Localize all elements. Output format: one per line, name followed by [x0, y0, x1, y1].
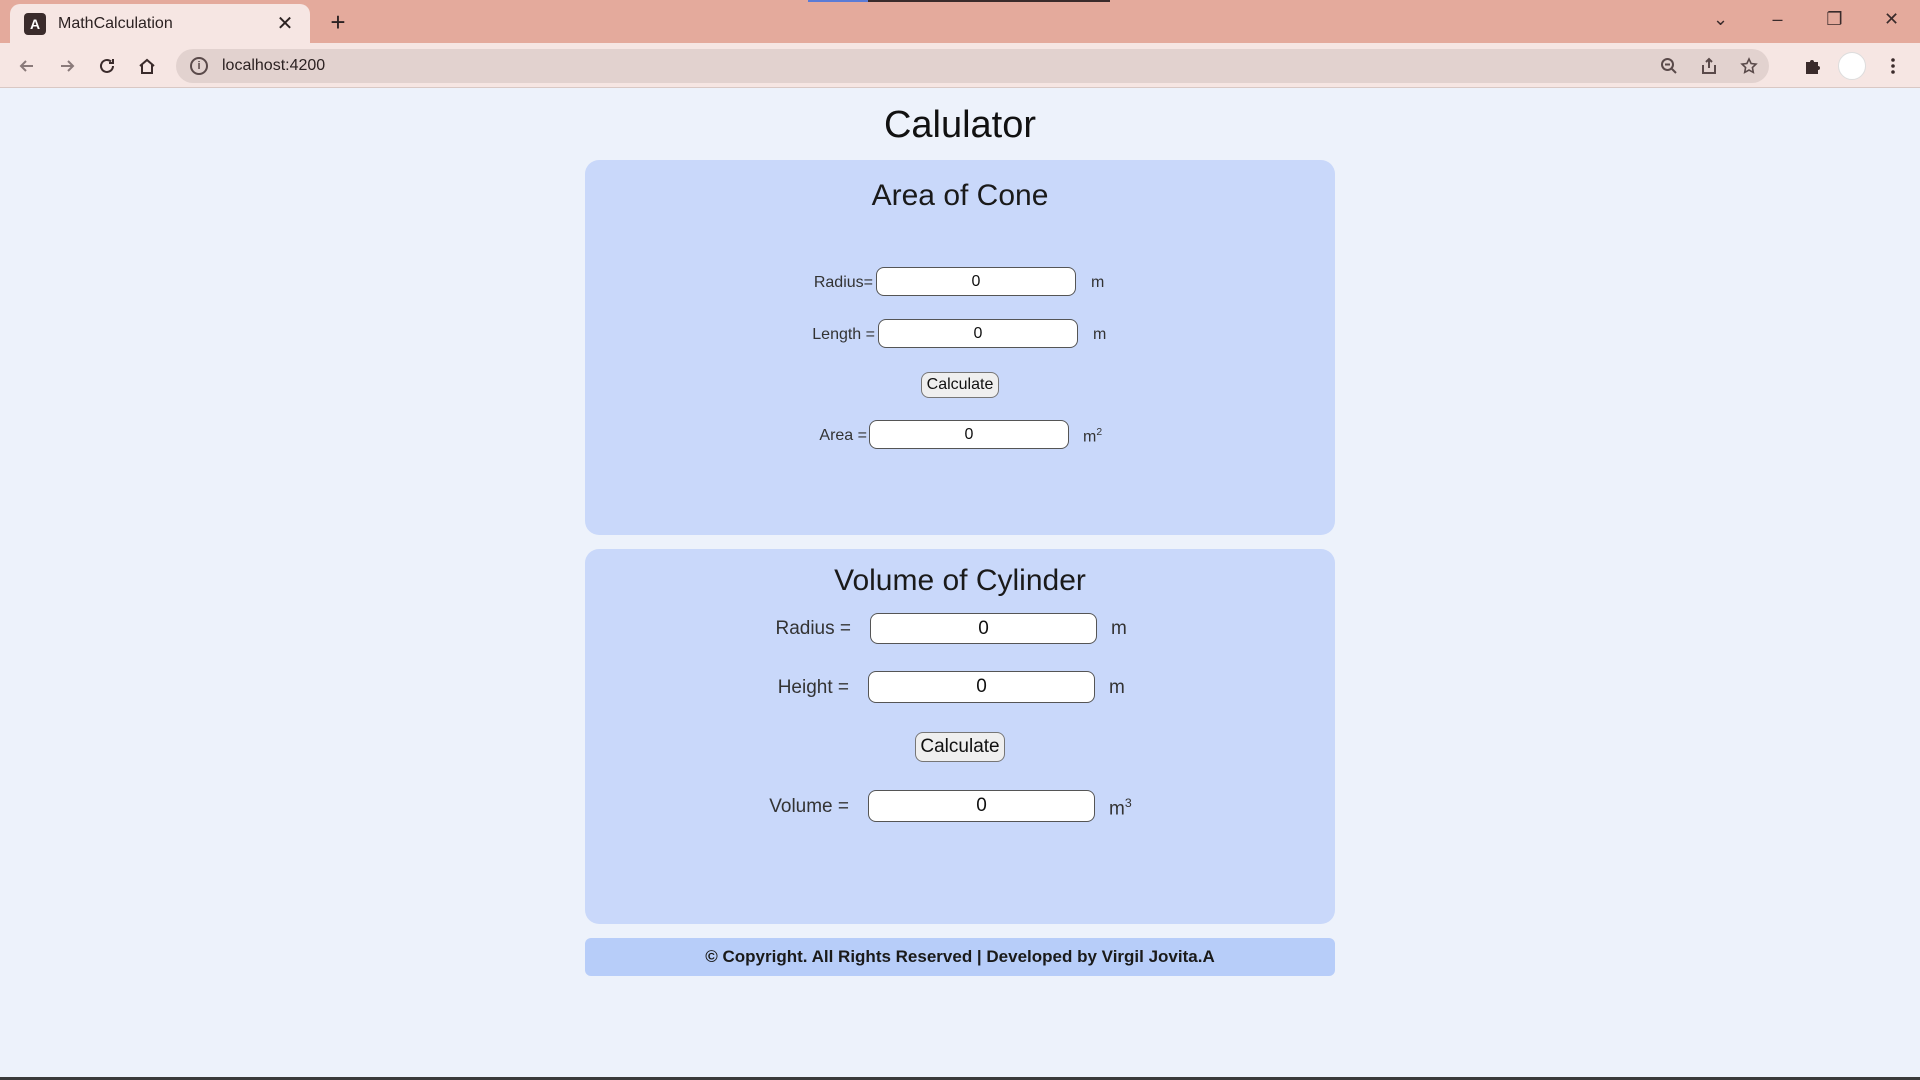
star-icon[interactable]	[1729, 49, 1769, 83]
zoom-out-icon[interactable]	[1649, 49, 1689, 83]
cone-area-row: Area = m2	[585, 420, 1335, 450]
cone-area-unit-exponent: 2	[1096, 427, 1103, 438]
share-icon[interactable]	[1689, 49, 1729, 83]
puzzle-icon[interactable]	[1795, 49, 1829, 83]
cylinder-volume-unit-exponent: 3	[1124, 796, 1132, 810]
browser-tab[interactable]: A MathCalculation ✕	[10, 4, 310, 43]
browser-toolbar: i localhost:4200	[0, 43, 1920, 88]
angular-favicon-icon: A	[24, 12, 46, 35]
tab-close-icon[interactable]: ✕	[274, 11, 296, 36]
cylinder-height-input[interactable]	[868, 671, 1095, 703]
cone-radius-row: Radius= m	[585, 267, 1335, 297]
cylinder-volume-label: Volume =	[769, 796, 849, 817]
cone-calculate-button[interactable]: Calculate	[921, 372, 999, 398]
cone-area-unit-base: m	[1083, 428, 1097, 446]
tab-indicator-accent	[808, 0, 868, 2]
cone-radius-unit: m	[1091, 274, 1105, 291]
cylinder-card-title: Volume of Cylinder	[834, 564, 1086, 597]
address-bar[interactable]: i localhost:4200	[176, 49, 1769, 83]
minimize-icon[interactable]: –	[1749, 0, 1806, 38]
tab-search-icon[interactable]: ⌄	[1692, 0, 1749, 38]
cone-length-input[interactable]	[878, 319, 1078, 348]
url-text: localhost:4200	[222, 57, 326, 74]
cylinder-volume-unit: m3	[1109, 796, 1132, 820]
cone-length-row: Length = m	[585, 319, 1335, 349]
cone-length-label: Length =	[812, 326, 875, 343]
cylinder-calculate-button[interactable]: Calculate	[915, 732, 1005, 762]
profile-avatar[interactable]	[1838, 52, 1866, 80]
browser-tabstrip: A MathCalculation ✕ + ⌄ – ❐ ✕	[0, 0, 1920, 43]
tab-title: MathCalculation	[58, 14, 173, 32]
home-icon[interactable]	[130, 49, 164, 83]
page-title: Calulator	[883, 104, 1037, 146]
window-controls: ⌄ – ❐ ✕	[1692, 0, 1920, 38]
arrow-right-icon[interactable]	[50, 49, 84, 83]
footer-copyright: © Copyright. All Rights Reserved | Devel…	[585, 938, 1335, 976]
arrow-left-icon[interactable]	[10, 49, 44, 83]
cone-radius-label: Radius=	[813, 274, 873, 291]
cylinder-radius-row: Radius = m	[585, 613, 1335, 645]
cylinder-volume-row: Volume = m3	[585, 790, 1335, 822]
kebab-menu-icon[interactable]	[1876, 49, 1910, 83]
cylinder-height-unit: m	[1109, 677, 1125, 698]
cylinder-radius-unit: m	[1111, 618, 1127, 639]
cylinder-volume-card: Volume of Cylinder Radius = m Height = m…	[585, 549, 1335, 924]
cone-area-label: Area =	[819, 427, 867, 444]
cone-area-output[interactable]	[869, 420, 1069, 449]
reload-icon[interactable]	[90, 49, 124, 83]
cone-card-title: Area of Cone	[871, 179, 1049, 212]
restore-icon[interactable]: ❐	[1806, 0, 1863, 38]
cylinder-volume-output[interactable]	[868, 790, 1095, 822]
cylinder-radius-label: Radius =	[775, 618, 851, 639]
cylinder-height-row: Height = m	[585, 671, 1335, 703]
close-window-icon[interactable]: ✕	[1863, 0, 1920, 38]
cylinder-radius-input[interactable]	[870, 613, 1097, 644]
cylinder-height-label: Height =	[777, 677, 849, 698]
site-info-icon[interactable]: i	[190, 57, 208, 75]
cone-radius-input[interactable]	[876, 267, 1076, 296]
new-tab-icon[interactable]: +	[322, 6, 354, 38]
cylinder-volume-unit-base: m	[1109, 798, 1125, 820]
cone-area-card: Area of Cone Radius= m Length = m Calcul…	[585, 160, 1335, 535]
cone-area-unit: m2	[1083, 427, 1102, 446]
cone-length-unit: m	[1093, 326, 1107, 343]
